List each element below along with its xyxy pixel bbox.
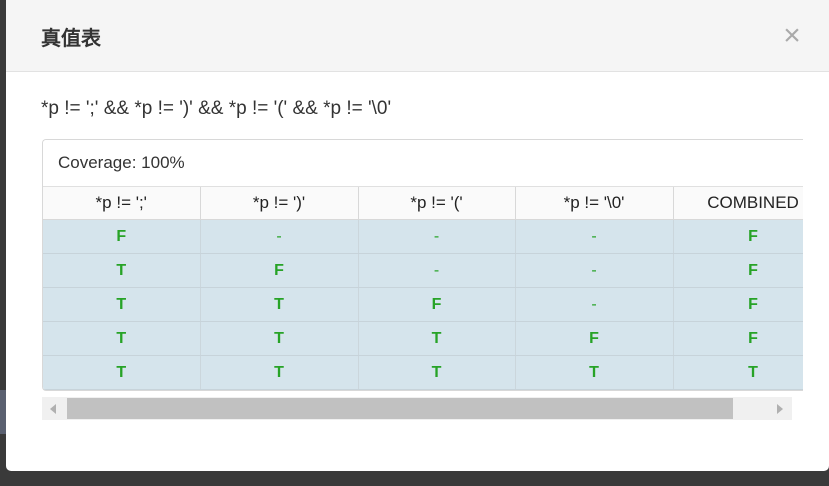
table-cell: F [673, 253, 803, 288]
dialog-header: 真值表 × [6, 0, 829, 72]
table-row: T T F - F [43, 287, 803, 322]
table-cell: T [43, 355, 201, 390]
table-cell: - [358, 253, 516, 288]
scroll-right-icon[interactable] [777, 404, 783, 414]
table-cell: T [200, 321, 359, 356]
scroll-left-icon[interactable] [50, 404, 56, 414]
dialog-title: 真值表 [41, 26, 101, 50]
table-header-row: *p != ';' *p != ')' *p != '(' *p != '\0'… [43, 187, 803, 220]
truth-table: *p != ';' *p != ')' *p != '(' *p != '\0'… [43, 187, 803, 390]
table-row: T T T T T [43, 355, 803, 390]
column-header: *p != ';' [43, 187, 201, 220]
table-cell: T [673, 355, 803, 390]
table-cell: F [673, 287, 803, 322]
column-header: *p != '(' [358, 187, 516, 220]
table-cell: F [358, 287, 516, 322]
column-header: COMBINED [673, 187, 803, 220]
coverage-label: Coverage: 100% [43, 140, 803, 187]
table-cell: - [515, 219, 674, 254]
table-cell: F [673, 219, 803, 254]
truth-table-dialog: 真值表 × *p != ';' && *p != ')' && *p != '(… [6, 0, 829, 471]
table-cell: - [515, 287, 674, 322]
table-cell: T [200, 355, 359, 390]
table-cell: T [358, 355, 516, 390]
close-icon[interactable]: × [778, 20, 806, 52]
table-cell: T [515, 355, 674, 390]
table-row: T F - - F [43, 253, 803, 288]
table-row: F - - - F [43, 219, 803, 254]
table-cell: F [43, 219, 201, 254]
table-cell: F [673, 321, 803, 356]
table-cell: T [358, 321, 516, 356]
condition-expression: *p != ';' && *p != ')' && *p != '(' && *… [41, 98, 392, 119]
table-cell: T [43, 321, 201, 356]
column-header: *p != ')' [200, 187, 359, 220]
table-cell: F [200, 253, 359, 288]
horizontal-scrollbar[interactable] [42, 397, 792, 420]
table-cell: T [43, 287, 201, 322]
table-cell: T [43, 253, 201, 288]
table-cell: T [200, 287, 359, 322]
truth-table-panel: Coverage: 100% *p != ';' *p != ')' *p !=… [42, 139, 803, 391]
table-row: T T T F F [43, 321, 803, 356]
table-cell: - [515, 253, 674, 288]
column-header: *p != '\0' [515, 187, 674, 220]
table-cell: F [515, 321, 674, 356]
table-cell: - [358, 219, 516, 254]
table-cell: - [200, 219, 359, 254]
scrollbar-thumb[interactable] [67, 398, 733, 419]
